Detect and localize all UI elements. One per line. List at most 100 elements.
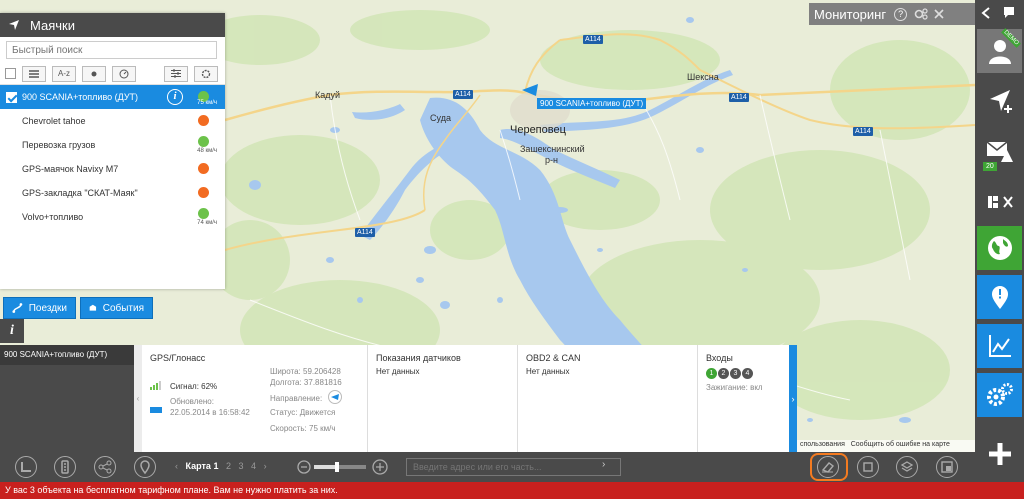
route-icon [12,303,23,313]
speed-sort-button[interactable] [112,65,136,82]
road-badge: A114 [453,90,473,99]
report-error-link[interactable]: Сообщить об ошибке на карте [851,441,950,448]
address-search-input[interactable] [406,458,621,476]
tracker-name: 900 SCANIA+топливо (ДУТ) [22,92,139,102]
select-all-checkbox[interactable] [5,68,16,79]
filter-button[interactable] [164,65,188,82]
sort-az-label: A-z [58,69,70,78]
send-location-icon [989,90,1012,113]
eraser-highlight-ring [810,453,848,481]
tracker-row-3[interactable]: GPS-маячок Navixy M7 [0,157,225,181]
pager-prev-icon[interactable]: ‹ [175,461,178,471]
tracker-speed: 75 км/ч [197,100,217,106]
user-profile-tile[interactable]: DEMO [977,28,1022,73]
gps-title: GPS/Глонасс [150,353,206,363]
settings-button[interactable] [194,65,218,82]
inputs-title: Входы [706,353,733,363]
help-icon[interactable]: ? [894,7,908,21]
notifications-tile[interactable]: 20 [977,130,1022,174]
signal-icon [150,381,161,390]
map-page-1[interactable]: 1 [213,461,218,471]
list-view-button[interactable] [22,65,46,82]
tracker-row-1[interactable]: Chevrolet tahoe [0,109,225,133]
monitoring-title: Мониторинг [814,6,887,22]
location-pin-icon [991,286,1008,309]
address-search-go-icon[interactable]: › [602,459,605,470]
search-input[interactable] [6,41,217,59]
map-mode-tile[interactable] [977,226,1022,270]
sensors-section: Показания датчиков Нет данных [368,345,518,452]
sort-az-button[interactable]: A-z [52,65,76,82]
trackers-panel: Маячки A-z 900 SCANIA+топливо (ДУТ) i 75… [0,13,225,289]
inputs-indicators: 1234 [706,367,781,379]
map-label-sheksna: Шексна [687,72,719,82]
gear-icon [201,69,211,78]
gps-section: GPS/Глонасс Сигнал: 62% Обновлено: 22.05… [142,345,368,452]
events-button[interactable]: События [80,297,153,319]
info-collapse-handle[interactable]: ‹ [134,345,142,452]
map-page-3[interactable]: 3 [239,461,244,471]
status-dot [198,208,209,219]
traffic-light-icon[interactable] [54,456,76,478]
close-icon[interactable] [934,9,944,19]
map-pager: ‹ Карта 1 2 3 4 › [175,461,267,471]
tracker-name: Chevrolet tahoe [22,116,86,126]
tracker-row-0[interactable]: 900 SCANIA+топливо (ДУТ) i 75 км/ч [0,85,225,109]
input-1-indicator: 1 [706,368,717,379]
terms-link[interactable]: спользования [800,441,845,448]
map-tracker-label[interactable]: 900 SCANIA+топливо (ДУТ) [537,98,647,109]
tracker-row-2[interactable]: Перевозка грузов 48 км/ч [0,133,225,157]
reports-tile[interactable] [977,324,1022,368]
tracker-row-4[interactable]: GPS-закладка "СКАТ-Маяк" [0,181,225,205]
ruler-icon[interactable] [15,456,37,478]
events-icon [89,304,97,311]
ignition-status: Зажигание: вкл [706,383,763,392]
trackers-toolbar: A-z [0,63,225,85]
list-icon [29,69,39,78]
places-tile[interactable] [977,275,1022,319]
zoom-slider-graphic[interactable] [296,458,391,476]
bottom-toolbar: ‹ Карта 1 2 3 4 › › [0,452,975,482]
fullscreen-icon[interactable] [936,456,958,478]
tracker-name: Перевозка грузов [22,140,96,150]
settings-tile[interactable] [977,373,1022,417]
monitoring-tab[interactable]: Мониторинг ? [809,3,975,25]
road-badge: A114 [729,93,749,102]
map-label-kaduy: Кадуй [315,90,341,100]
road-badge: A114 [853,127,873,136]
chat-icon[interactable] [1002,6,1016,19]
collapse-left-icon[interactable] [981,7,991,19]
add-tile[interactable] [977,432,1022,476]
tracker-name: GPS-закладка "СКАТ-Маяк" [22,188,138,198]
sensors-value: Нет данных [376,367,420,376]
layout-toggle-tile[interactable] [977,180,1022,224]
tracking-tile[interactable] [977,79,1022,123]
status-sort-button[interactable] [82,65,106,82]
trackers-panel-header: Маячки [0,13,225,37]
info-icon[interactable]: i [167,89,183,105]
frame-icon[interactable] [857,456,879,478]
tracker-checkbox[interactable] [6,91,17,103]
road-badge: A114 [583,35,603,44]
info-expand-handle[interactable]: › [789,345,797,452]
settings-icon[interactable] [914,8,928,20]
map-label-cherepovets: Череповец [510,124,566,136]
pager-next-icon[interactable]: › [264,461,267,471]
map-page-4[interactable]: 4 [251,461,256,471]
info-panel-tracker-list: 900 SCANIA+топливо (ДУТ) [0,345,134,452]
layers-icon[interactable] [896,456,918,478]
tracker-row-5[interactable]: Volvo+топливо 74 км/ч [0,205,225,229]
navigation-arrow-icon [9,20,19,30]
sliders-icon [171,69,181,78]
info-panel-tracker-name[interactable]: 900 SCANIA+топливо (ДУТ) [0,345,134,365]
trackers-panel-title: Маячки [30,17,75,33]
map-page-2[interactable]: 2 [226,461,231,471]
input-4-indicator: 4 [742,368,753,379]
map-label: Карта [185,461,211,471]
trips-button[interactable]: Поездки [3,297,76,319]
share-icon[interactable] [94,456,116,478]
map-pin-icon[interactable] [134,456,156,478]
map-copyright: спользования Сообщить об ошибке на карте [797,440,975,452]
obd-section: OBD2 & CAN Нет данных [518,345,698,452]
info-tab-button[interactable]: i [0,319,24,343]
